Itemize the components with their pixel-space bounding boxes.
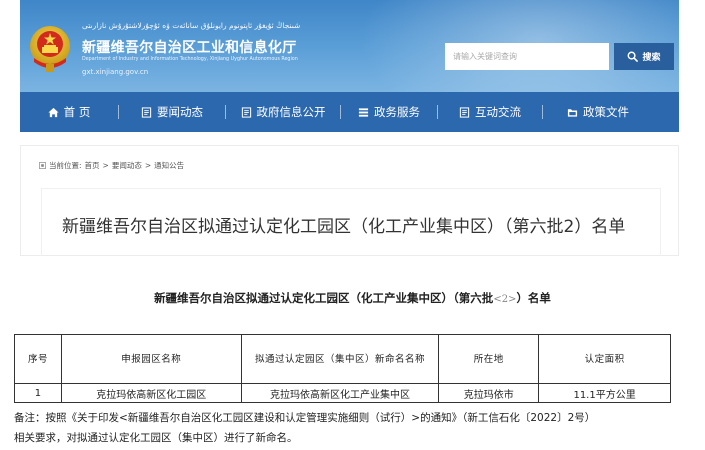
nav-item-news[interactable]: 要闻动态 (119, 92, 225, 132)
location-icon (39, 162, 46, 169)
nav-item-services[interactable]: 政务服务 (341, 92, 437, 132)
column-header: 拟通过认定园区（集中区）新命名名称 (240, 334, 440, 384)
nav-item-label: 首 页 (63, 105, 91, 119)
nav-item-gov-info[interactable]: 政府信息公开 (226, 92, 340, 132)
document-title-tail: ）名单 (516, 291, 551, 305)
note-line: 相关要求，对拟通过认定化工园区（集中区）进行了新命名。 (14, 432, 298, 444)
breadcrumb-prefix: 当前位置: (49, 161, 82, 170)
breadcrumb-home[interactable]: 首页 (85, 160, 100, 171)
document-icon (141, 106, 152, 118)
column-header: 申报园区名称 (60, 334, 242, 384)
search-button-label: 搜索 (642, 53, 661, 63)
nav-item-label: 互动交流 (475, 105, 521, 119)
nav-item-label: 要闻动态 (157, 105, 203, 119)
nav-item-policy[interactable]: 政策文件 (543, 92, 653, 132)
note-line: 备注：按照《关于印发<新疆维吾尔自治区化工园区建设和认定管理实施细则（试行）>的… (14, 412, 596, 424)
home-icon (48, 107, 59, 118)
column-header: 认定面积 (538, 334, 671, 384)
nav-item-label: 政府信息公开 (256, 105, 326, 119)
table-cell: 11.1平方公里 (538, 383, 671, 403)
document-icon (459, 106, 470, 118)
site-header: شىنجاڭ ئۇيغۇر ئاپتونوم رايونلۇق سانائەت … (20, 0, 679, 92)
nav-item-interaction[interactable]: 互动交流 (438, 92, 542, 132)
column-header: 序号 (14, 334, 62, 384)
dept-name-english: Department of Industry and Information T… (82, 57, 298, 62)
search-input[interactable] (445, 43, 609, 70)
search-button[interactable]: 搜索 (614, 43, 674, 70)
dept-name-uyghur: شىنجاڭ ئۇيغۇر ئاپتونوم رايونلۇق سانائەت … (82, 21, 301, 30)
search-icon (628, 51, 639, 62)
breadcrumb-news[interactable]: 要闻动态 (112, 160, 142, 171)
title-box: 新疆维吾尔自治区拟通过认定化工园区（化工产业集中区）（第六批2）名单 (41, 188, 661, 256)
nav-item-label: 政策文件 (583, 105, 629, 119)
main-nav: 首 页 要闻动态 政府信息公开 政务服务 互动交流 政策文件 (20, 92, 679, 132)
list-icon (358, 107, 369, 118)
breadcrumb: 当前位置: 首页 > 要闻动态 > 通知公告 (39, 160, 184, 171)
breadcrumb-separator: > (102, 161, 109, 170)
site-url: gxt.xinjiang.gov.cn (82, 68, 149, 76)
breadcrumb-separator: > (144, 161, 152, 170)
column-header: 所在地 (438, 334, 540, 384)
table-cell: 1 (14, 383, 62, 403)
table-cell: 克拉玛依市 (438, 383, 540, 403)
nav-item-home[interactable]: 首 页 (20, 92, 118, 132)
table-header-row: 序号 申报园区名称 拟通过认定园区（集中区）新命名名称 所在地 认定面积 (14, 334, 671, 384)
nav-item-label: 政务服务 (374, 105, 420, 119)
document-title-text: 新疆维吾尔自治区拟通过认定化工园区（化工产业集中区）（第六批 (154, 291, 494, 305)
breadcrumb-notices[interactable]: 通知公告 (154, 160, 184, 171)
table-cell: 克拉玛依高新区化工产业集中区 (240, 383, 440, 403)
document-icon (241, 106, 252, 118)
document-title: 新疆维吾尔自治区拟通过认定化工园区（化工产业集中区）（第六批<2>）名单 (0, 290, 705, 306)
table-row: 1 克拉玛依高新区化工园区 克拉玛依高新区化工产业集中区 克拉玛依市 11.1平… (14, 383, 671, 403)
document-title-number: <2> (493, 294, 517, 305)
article-card: 当前位置: 首页 > 要闻动态 > 通知公告 新疆维吾尔自治区拟通过认定化工园区… (20, 145, 679, 256)
folder-icon (567, 107, 578, 118)
national-emblem-icon (28, 24, 72, 74)
page-title: 新疆维吾尔自治区拟通过认定化工园区（化工产业集中区）（第六批2）名单 (62, 217, 626, 237)
dept-name: 新疆维吾尔自治区工业和信息化厅 (82, 40, 297, 56)
table-cell: 克拉玛依高新区化工园区 (60, 383, 242, 403)
document-note: 备注：按照《关于印发<新疆维吾尔自治区化工园区建设和认定管理实施细则（试行）>的… (14, 408, 694, 448)
park-list-table: 序号 申报园区名称 拟通过认定园区（集中区）新命名名称 所在地 认定面积 1 克… (14, 334, 671, 403)
